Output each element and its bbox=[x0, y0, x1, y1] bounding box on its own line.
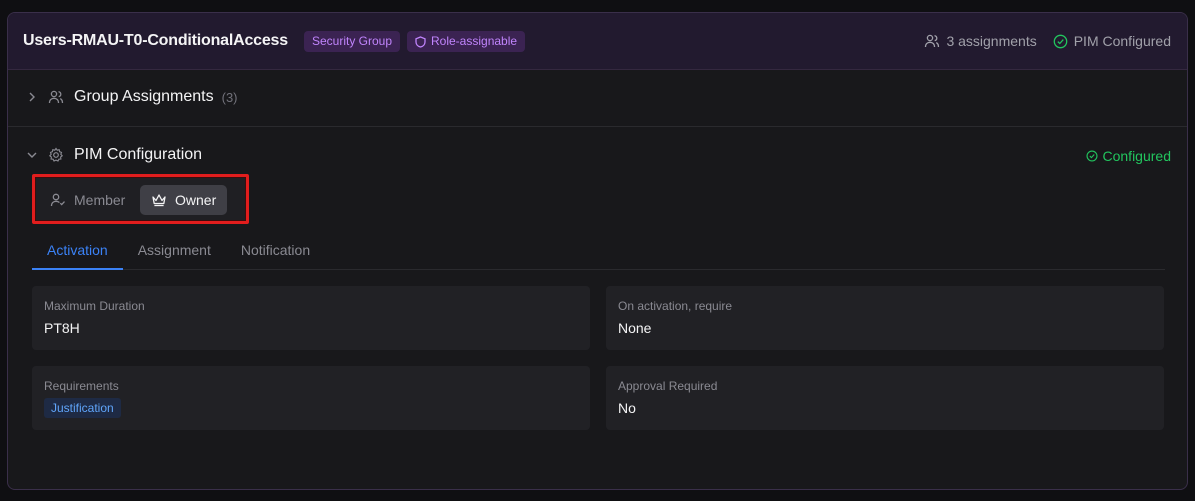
owner-role-button[interactable]: Owner bbox=[140, 185, 228, 215]
check-circle-icon bbox=[1053, 34, 1068, 49]
pim-configuration-header[interactable]: PIM Configuration bbox=[26, 146, 202, 164]
justification-chip: Justification bbox=[44, 398, 121, 418]
tab-assignment[interactable]: Assignment bbox=[123, 233, 226, 270]
pim-status-label: PIM Configured bbox=[1073, 33, 1171, 49]
security-group-badge: Security Group bbox=[304, 31, 401, 52]
configured-label: Configured bbox=[1102, 148, 1172, 164]
card-header: Users-RMAU-T0-ConditionalAccess Security… bbox=[8, 13, 1187, 70]
tab-notification[interactable]: Notification bbox=[226, 233, 325, 270]
pim-configuration-label: PIM Configuration bbox=[74, 146, 203, 163]
pim-tabs: Activation Assignment Notification bbox=[32, 233, 1165, 270]
role-assignable-label: Role-assignable bbox=[431, 34, 518, 48]
assignments-count: 3 assignments bbox=[946, 33, 1037, 49]
on-activation-label: On activation, require bbox=[618, 299, 733, 313]
group-assignments-header[interactable]: Group Assignments (3) bbox=[26, 88, 238, 106]
max-duration-value: PT8H bbox=[44, 320, 80, 336]
users-icon bbox=[924, 33, 940, 49]
tab-activation[interactable]: Activation bbox=[32, 233, 123, 270]
assignments-summary: 3 assignments bbox=[924, 33, 1037, 49]
security-group-label: Security Group bbox=[312, 34, 393, 48]
gear-icon bbox=[48, 147, 64, 163]
on-activation-value: None bbox=[618, 320, 652, 336]
requirements-panel: Requirements Justification bbox=[32, 366, 590, 430]
role-assignable-badge: Role-assignable bbox=[407, 31, 526, 52]
group-assignments-section[interactable]: Group Assignments (3) bbox=[8, 70, 1187, 127]
user-check-icon bbox=[50, 192, 66, 208]
max-duration-label: Maximum Duration bbox=[44, 299, 145, 313]
role-toggle: Member Owner bbox=[32, 174, 249, 224]
group-assignments-label: Group Assignments bbox=[74, 88, 214, 105]
requirements-label: Requirements bbox=[44, 379, 119, 393]
max-duration-panel: Maximum Duration PT8H bbox=[32, 286, 590, 350]
member-role-label: Member bbox=[74, 192, 126, 208]
group-title: Users-RMAU-T0-ConditionalAccess bbox=[23, 32, 288, 49]
approval-panel: Approval Required No bbox=[606, 366, 1164, 430]
on-activation-panel: On activation, require None bbox=[606, 286, 1164, 350]
member-role-button[interactable]: Member bbox=[39, 185, 136, 215]
shield-icon bbox=[415, 35, 426, 48]
header-summary: 3 assignments PIM Configured bbox=[924, 33, 1171, 49]
chevron-down-icon[interactable] bbox=[26, 149, 38, 161]
approval-value: No bbox=[618, 400, 636, 416]
approval-label: Approval Required bbox=[618, 379, 718, 393]
check-circle-icon bbox=[1085, 150, 1098, 162]
crown-icon bbox=[151, 192, 167, 208]
owner-role-label: Owner bbox=[175, 192, 217, 208]
users-icon bbox=[48, 89, 64, 105]
pim-status: PIM Configured bbox=[1053, 33, 1171, 49]
chevron-right-icon[interactable] bbox=[26, 91, 38, 103]
group-card: Users-RMAU-T0-ConditionalAccess Security… bbox=[7, 12, 1188, 490]
pim-configured-status: Configured bbox=[1085, 148, 1172, 164]
group-assignments-count: (3) bbox=[221, 89, 238, 105]
